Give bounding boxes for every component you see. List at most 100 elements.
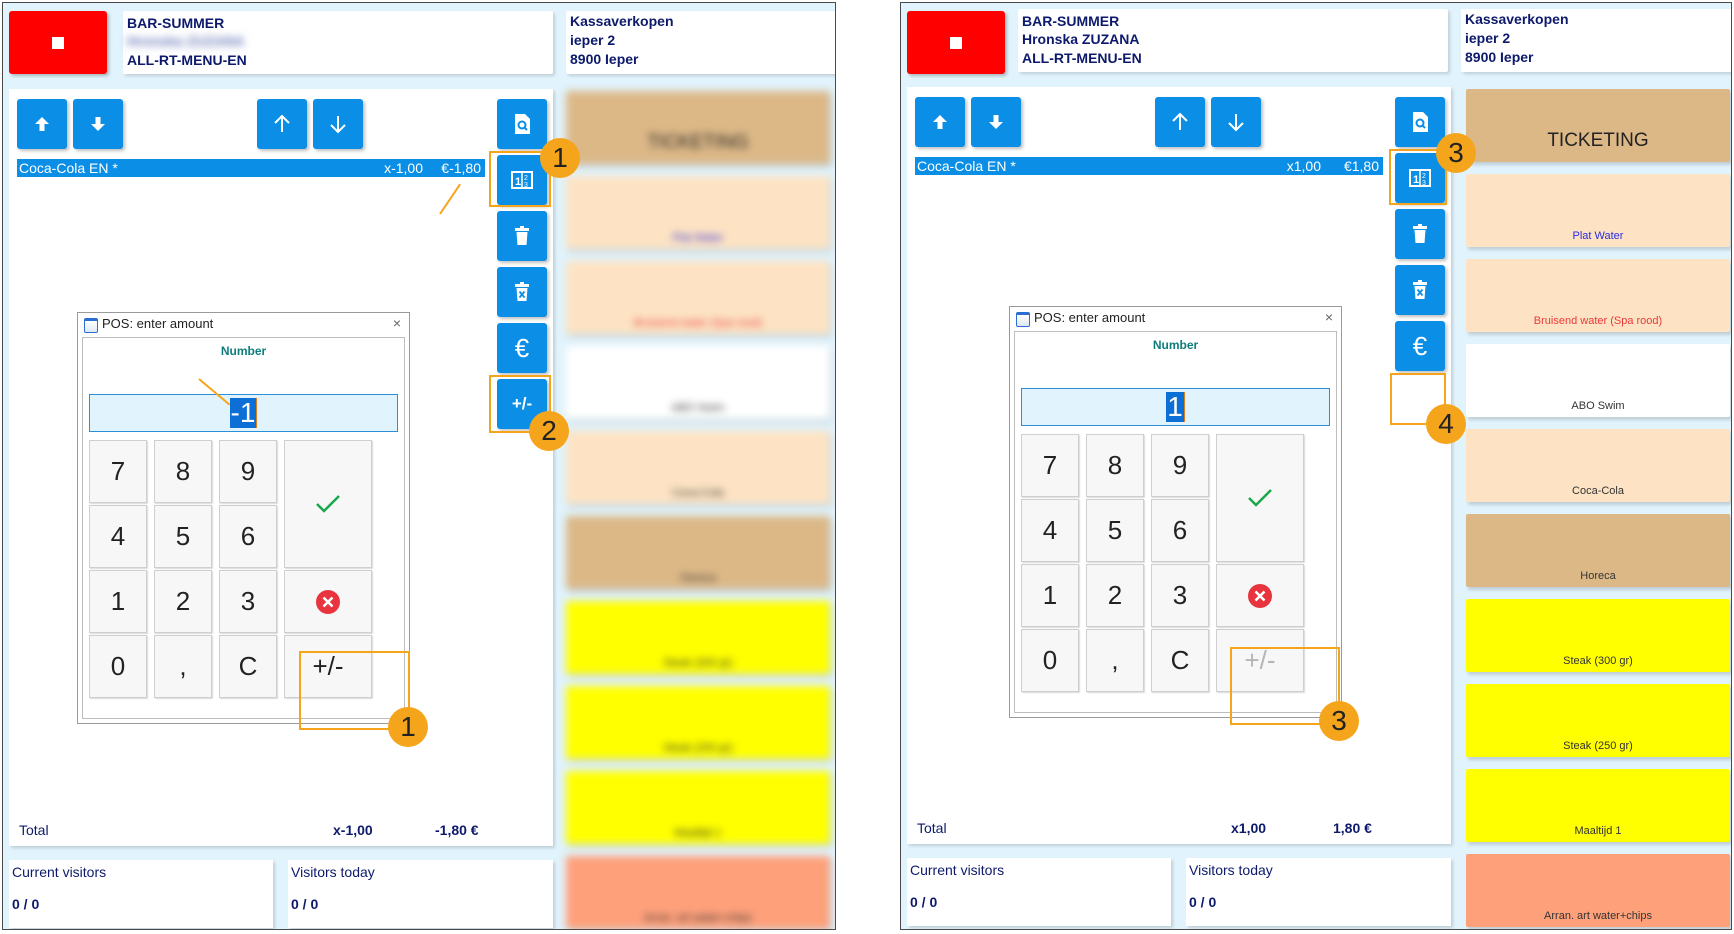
keypad-key[interactable]: 2 xyxy=(154,570,212,633)
payment-button[interactable]: € xyxy=(1395,321,1445,371)
delete-line-button[interactable] xyxy=(1395,209,1445,259)
keypad-key[interactable]: 6 xyxy=(219,505,277,568)
close-icon[interactable]: × xyxy=(1325,309,1333,325)
cancel-button[interactable] xyxy=(284,570,372,633)
visitors-today-label: Visitors today xyxy=(291,864,375,880)
move-up-button[interactable] xyxy=(915,97,965,147)
product-tile[interactable]: Steak (250 gr) xyxy=(1466,684,1730,757)
product-tile[interactable]: ABO Swim xyxy=(566,346,830,419)
keypad-key[interactable]: 9 xyxy=(219,440,277,503)
order-line-selected[interactable]: Coca-Cola EN * x1,00 €1,80 xyxy=(915,157,1383,175)
keypad-key[interactable]: 2 xyxy=(1086,564,1144,627)
keypad-key[interactable]: 9 xyxy=(1151,434,1209,497)
product-tile-label: Plat Water xyxy=(672,232,724,244)
stop-button[interactable] xyxy=(907,11,1005,74)
session-info: BAR-SUMMER Hronska ZUZANA ALL-RT-MENU-EN xyxy=(123,11,553,74)
product-tile[interactable]: Horeca xyxy=(566,516,830,589)
amount-input[interactable]: -1 xyxy=(89,394,398,432)
keypad-key[interactable]: 3 xyxy=(1151,564,1209,627)
keypad-key[interactable]: 8 xyxy=(154,440,212,503)
scroll-up-button[interactable] xyxy=(257,99,307,149)
clear-order-button[interactable] xyxy=(497,267,547,317)
address-line-3: 8900 Ieper xyxy=(570,51,639,67)
product-tile[interactable]: Maaltijd 1 xyxy=(566,771,830,844)
address-line-2: ieper 2 xyxy=(1465,30,1511,46)
plus-minus-button[interactable]: +/- xyxy=(1216,629,1304,692)
current-visitors-box: Current visitors 0 / 0 xyxy=(907,858,1171,926)
stop-button[interactable] xyxy=(9,11,107,74)
keypad-key[interactable]: 6 xyxy=(1151,499,1209,562)
plus-minus-button[interactable]: +/- xyxy=(284,635,372,698)
keypad-key[interactable]: C xyxy=(219,635,277,698)
annotation-badge: 4 xyxy=(1426,404,1466,444)
product-tile[interactable]: Coca-Cola xyxy=(1466,429,1730,502)
keypad-key[interactable]: , xyxy=(154,635,212,698)
search-document-button[interactable] xyxy=(1395,97,1445,147)
keypad-key[interactable]: 4 xyxy=(89,505,147,568)
product-tile[interactable]: Coca-Cola xyxy=(566,431,830,504)
move-down-button[interactable] xyxy=(73,99,123,149)
product-tile[interactable]: Steak (300 gr) xyxy=(1466,599,1730,672)
product-tile[interactable]: Steak (250 gr) xyxy=(566,686,830,759)
keypad-key[interactable]: 4 xyxy=(1021,499,1079,562)
keypad-key[interactable]: 0 xyxy=(1021,629,1079,692)
keypad-key[interactable]: 5 xyxy=(154,505,212,568)
product-tile-label: Bruisend water (Spa rood) xyxy=(633,317,763,329)
arrow-down-thin-icon xyxy=(1228,114,1244,132)
keypad-key[interactable]: 7 xyxy=(89,440,147,503)
visitors-today-box: Visitors today 0 / 0 xyxy=(288,860,553,928)
arrow-down-icon xyxy=(989,115,1003,129)
payment-button[interactable]: € xyxy=(497,323,547,373)
keypad-key[interactable]: 5 xyxy=(1086,499,1144,562)
keypad-key[interactable]: 1 xyxy=(1021,564,1079,627)
scroll-up-button[interactable] xyxy=(1155,97,1205,147)
arrow-up-thin-icon xyxy=(274,114,290,132)
product-tile[interactable]: Arran. art water+chips xyxy=(566,856,830,929)
product-tile[interactable]: Maaltijd 1 xyxy=(1466,769,1730,842)
stop-square-icon xyxy=(52,37,64,49)
close-icon[interactable]: × xyxy=(393,315,401,331)
confirm-button[interactable] xyxy=(1216,434,1304,562)
product-tile[interactable]: TICKETING xyxy=(1466,89,1730,162)
product-tile-label: Steak (250 gr) xyxy=(1563,740,1633,752)
keypad-key[interactable]: C xyxy=(1151,629,1209,692)
current-visitors-label: Current visitors xyxy=(12,864,107,880)
product-tile-label: Coca-Cola xyxy=(1572,485,1624,497)
product-tile[interactable]: ABO Swim xyxy=(1466,344,1730,417)
stop-square-icon xyxy=(950,37,962,49)
svg-text:1: 1 xyxy=(1413,174,1419,186)
order-item-price: €-1,80 xyxy=(441,160,481,176)
cancel-button[interactable] xyxy=(1216,564,1304,627)
order-line-selected[interactable]: Coca-Cola EN * x-1,00 €-1,80 xyxy=(17,159,485,177)
keypad-key[interactable]: 3 xyxy=(219,570,277,633)
total-amount: 1,80 € xyxy=(1333,820,1372,836)
product-tile[interactable]: Horeca xyxy=(1466,514,1730,587)
amount-input[interactable]: 1 xyxy=(1021,388,1330,426)
amount-value: 1 xyxy=(1166,391,1185,422)
trash-icon xyxy=(515,226,529,245)
scroll-down-button[interactable] xyxy=(313,99,363,149)
address-line-2: ieper 2 xyxy=(570,32,616,48)
product-tile[interactable]: Plat Water xyxy=(1466,174,1730,247)
product-tile[interactable]: Arran. art water+chips xyxy=(1466,854,1730,927)
scroll-down-button[interactable] xyxy=(1211,97,1261,147)
move-down-button[interactable] xyxy=(971,97,1021,147)
product-tile-label: Maaltijd 1 xyxy=(674,827,722,839)
clear-order-button[interactable] xyxy=(1395,265,1445,315)
product-tile[interactable]: Steak (300 gr) xyxy=(566,601,830,674)
move-up-button[interactable] xyxy=(17,99,67,149)
keypad-key[interactable]: 7 xyxy=(1021,434,1079,497)
search-document-button[interactable] xyxy=(497,99,547,149)
number-pad-button[interactable]: 123 xyxy=(497,155,547,205)
keypad-key[interactable]: , xyxy=(1086,629,1144,692)
keypad-key[interactable]: 8 xyxy=(1086,434,1144,497)
confirm-button[interactable] xyxy=(284,440,372,568)
product-tile[interactable]: Bruisend water (Spa rood) xyxy=(566,261,830,334)
euro-icon: € xyxy=(1412,330,1428,361)
keypad-key[interactable]: 0 xyxy=(89,635,147,698)
product-tile[interactable]: Bruisend water (Spa rood) xyxy=(1466,259,1730,332)
product-tile[interactable]: TICKETING xyxy=(566,91,830,164)
product-tile[interactable]: Plat Water xyxy=(566,176,830,249)
delete-line-button[interactable] xyxy=(497,211,547,261)
keypad-key[interactable]: 1 xyxy=(89,570,147,633)
